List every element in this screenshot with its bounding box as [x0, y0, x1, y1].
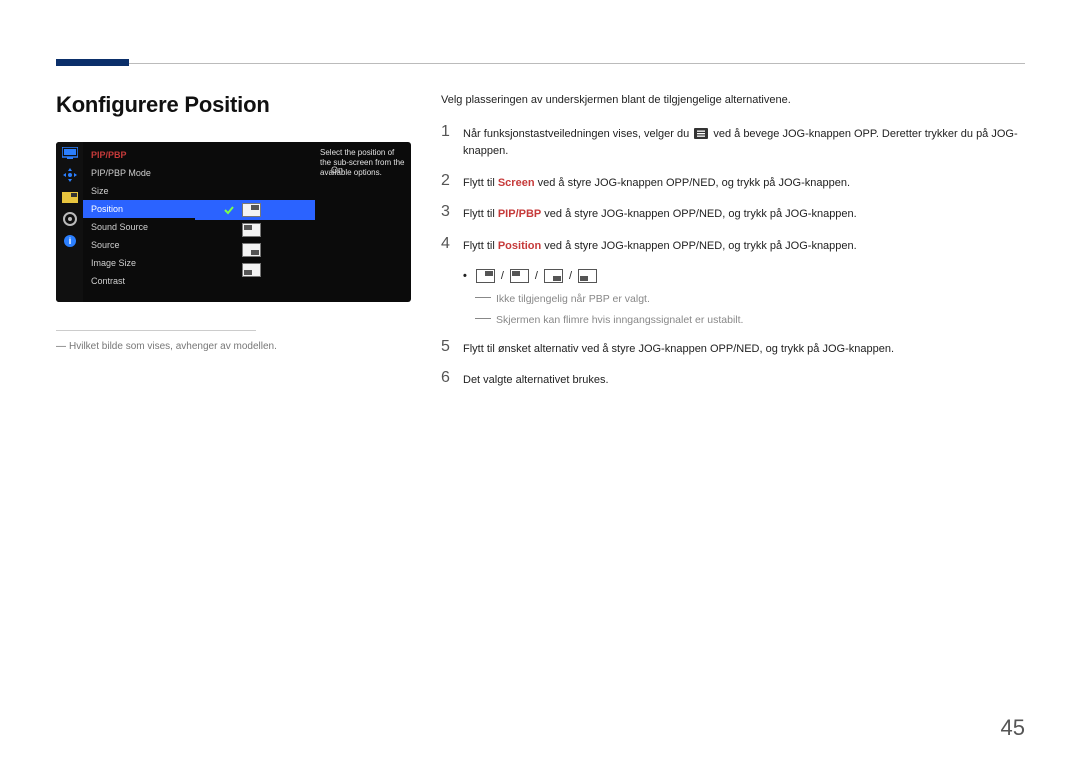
step-6: 6 Det valgte alternativet brukes.	[441, 370, 1025, 390]
step-num-1: 1	[441, 124, 463, 161]
header-accent	[56, 59, 129, 66]
opt-bl-icon	[578, 269, 597, 283]
note2-text: Skjermen kan flimre hvis inngangssignale…	[496, 314, 743, 326]
opt-tr-icon	[476, 269, 495, 283]
pip-br-icon	[242, 243, 261, 257]
pip-tl-icon	[242, 223, 261, 237]
osd-option-tl	[195, 220, 261, 240]
page-title: Konfigurere Position	[56, 92, 406, 118]
note-1: Ikke tilgjengelig når PBP er valgt.	[475, 291, 1025, 308]
osd-row-contrast: Contrast	[83, 272, 195, 290]
osd-option-bl	[195, 260, 261, 280]
s5: Flytt til ønsket alternativ ved å styre …	[463, 339, 1025, 359]
s3-pip: PIP/PBP	[498, 208, 541, 220]
osd-tooltip: Select the position of the sub-screen fr…	[320, 148, 405, 178]
options-line: • / / /	[463, 268, 1025, 286]
opt-tl-icon	[510, 269, 529, 283]
note-2: Skjermen kan flimre hvis inngangssignale…	[475, 312, 1025, 329]
pip-tr-icon	[242, 203, 261, 217]
check-icon	[219, 203, 238, 217]
s6: Det valgte alternativet brukes.	[463, 370, 1025, 390]
menu-icon	[694, 128, 708, 139]
pip-icon	[56, 186, 83, 208]
page-number: 45	[1001, 715, 1025, 741]
s4a: Flytt til	[463, 240, 498, 252]
footnote-rule	[56, 330, 256, 331]
svg-text:i: i	[68, 236, 71, 246]
step-2: 2 Flytt til Screen ved å styre JOG-knapp…	[441, 173, 1025, 193]
footnote-text: Hvilket bilde som vises, avhenger av mod…	[69, 341, 277, 352]
gear-icon	[56, 208, 83, 230]
osd-row-img: Image Size	[83, 254, 195, 272]
s2-screen: Screen	[498, 177, 535, 189]
osd-option-tr	[195, 200, 315, 220]
step-num-2: 2	[441, 173, 463, 193]
step-num-5: 5	[441, 339, 463, 359]
note1-text: Ikke tilgjengelig når PBP er valgt.	[496, 293, 650, 305]
arrows-icon	[56, 164, 83, 186]
step-num-6: 6	[441, 370, 463, 390]
s2b: ved å styre JOG-knappen OPP/NED, og tryk…	[535, 177, 850, 189]
s3b: ved å styre JOG-knappen OPP/NED, og tryk…	[541, 208, 856, 220]
s1a: Når funksjonstastveiledningen vises, vel…	[463, 128, 692, 140]
header-rule	[129, 63, 1025, 64]
osd-row-mode: PIP/PBP Mode	[83, 164, 195, 182]
footnote: ―Hvilket bilde som vises, avhenger av mo…	[56, 341, 406, 352]
osd-row-source: Source	[83, 236, 195, 254]
step-5: 5 Flytt til ønsket alternativ ved å styr…	[441, 339, 1025, 359]
osd-option-br	[195, 240, 261, 260]
opt-br-icon	[544, 269, 563, 283]
step-num-4: 4	[441, 236, 463, 256]
s2a: Flytt til	[463, 177, 498, 189]
s4-pos: Position	[498, 240, 541, 252]
osd-row-size: Size	[83, 182, 195, 200]
step-1: 1 Når funksjonstastveiledningen vises, v…	[441, 124, 1025, 161]
osd-row-sound: Sound Source	[83, 218, 195, 236]
step-3: 3 Flytt til PIP/PBP ved å styre JOG-knap…	[441, 204, 1025, 224]
osd-panel: i PIP/PBP PIP/PBP Mode Size Position Sou…	[56, 142, 411, 302]
osd-row-position: Position	[83, 200, 195, 218]
s4b: ved å styre JOG-knappen OPP/NED, og tryk…	[541, 240, 856, 252]
step-num-3: 3	[441, 204, 463, 224]
monitor-icon	[56, 142, 83, 164]
s3a: Flytt til	[463, 208, 498, 220]
step-4: 4 Flytt til Position ved å styre JOG-kna…	[441, 236, 1025, 256]
info-icon: i	[56, 230, 83, 252]
pip-bl-icon	[242, 263, 261, 277]
osd-header: PIP/PBP	[83, 148, 195, 164]
intro-text: Velg plasseringen av underskjermen blant…	[441, 92, 1025, 110]
